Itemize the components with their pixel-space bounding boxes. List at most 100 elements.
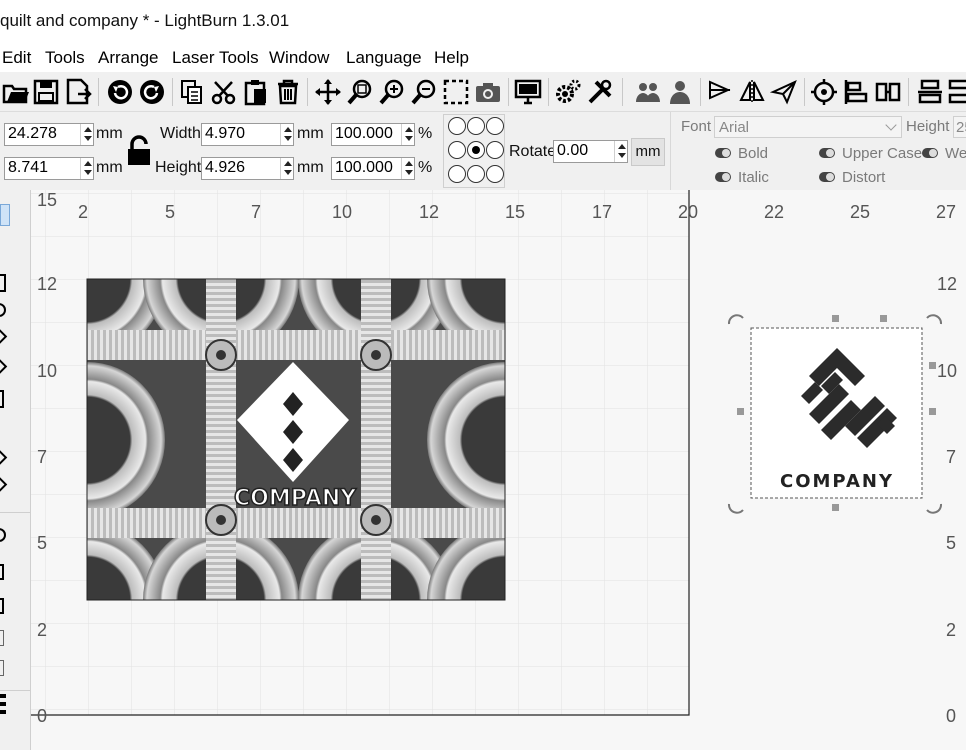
ruler-top-label: 25 (850, 202, 871, 222)
x-position-field[interactable]: 24.278 (4, 123, 94, 146)
rotate-field[interactable]: 0.00 (553, 140, 628, 163)
ruler-left-label: 10 (37, 361, 58, 381)
distribute-icon[interactable] (872, 75, 904, 109)
distort-toggle[interactable] (819, 172, 835, 182)
anchor-bottom-left[interactable] (448, 165, 466, 183)
user-icon[interactable] (664, 75, 696, 109)
menu-window[interactable]: Window (269, 48, 329, 68)
padlock-icon[interactable] (125, 135, 153, 167)
arrange-icon[interactable] (944, 75, 966, 109)
anchor-center[interactable] (467, 141, 485, 159)
menu-help[interactable]: Help (434, 48, 469, 68)
italic-toggle[interactable] (715, 172, 731, 182)
width-field[interactable]: 4.970 (201, 123, 294, 146)
anchor-bottom-right[interactable] (486, 165, 504, 183)
width-unit-label: mm (297, 125, 324, 142)
width-percent-field[interactable]: 100.000 (331, 123, 415, 146)
anchor-top-right[interactable] (486, 117, 504, 135)
rectangle-tool-icon[interactable] (0, 274, 6, 292)
menu-language[interactable]: Language (346, 48, 422, 68)
zoom-out-icon[interactable] (408, 75, 440, 109)
anchor-middle-left[interactable] (448, 141, 466, 159)
offset-tool-icon[interactable] (0, 476, 8, 493)
array-tool-icon[interactable] (0, 564, 4, 580)
chevron-down-icon (885, 119, 897, 131)
redo-icon[interactable] (136, 75, 168, 109)
group-icon[interactable] (632, 75, 664, 109)
text-tool-icon[interactable] (0, 390, 4, 408)
logo-company-text: COMPANY (780, 471, 894, 492)
ruler-left-label: 7 (37, 447, 48, 467)
unit-toggle-button[interactable]: mm (631, 138, 665, 166)
monitor-icon[interactable] (512, 75, 544, 109)
circular-array-tool-icon[interactable] (0, 598, 4, 614)
height-spin-arrows[interactable] (280, 158, 293, 179)
select-tool-icon[interactable] (0, 204, 10, 226)
anchor-top-left[interactable] (448, 117, 466, 135)
bold-toggle[interactable] (715, 148, 731, 158)
y-spin-arrows[interactable] (80, 158, 93, 179)
settings-icon[interactable] (552, 75, 584, 109)
layer-list-icon[interactable] (0, 694, 6, 718)
anchor-top-center[interactable] (467, 117, 485, 135)
copy-icon[interactable] (176, 75, 208, 109)
upper-case-toggle[interactable] (819, 148, 835, 158)
ruler-top-label: 10 (332, 202, 353, 222)
paste-icon[interactable] (240, 75, 272, 109)
boolean-subtract-icon[interactable] (0, 660, 4, 676)
anchor-bottom-center[interactable] (467, 165, 485, 183)
height-percent-field[interactable]: 100.000 (331, 157, 415, 180)
font-select[interactable]: Arial (714, 116, 902, 138)
x-spin-arrows[interactable] (80, 124, 93, 145)
height-field[interactable]: 4.926 (201, 157, 294, 180)
x-unit-label: mm (96, 125, 123, 142)
cut-icon[interactable] (208, 75, 240, 109)
polygon-tool-icon[interactable] (0, 328, 8, 345)
width-spin-arrows[interactable] (280, 124, 293, 145)
delete-icon[interactable] (272, 75, 304, 109)
open-file-icon[interactable] (0, 75, 32, 109)
zoom-in-icon[interactable] (376, 75, 408, 109)
zoom-to-page-icon[interactable] (344, 75, 376, 109)
height-percent-arrows[interactable] (401, 158, 414, 179)
width-percent-arrows[interactable] (401, 124, 414, 145)
import-icon[interactable] (62, 75, 94, 109)
weld-toggle[interactable] (922, 148, 938, 158)
tools-icon[interactable] (584, 75, 616, 109)
ruler-left-label: 0 (37, 706, 48, 726)
work-area[interactable]: COMPANY COMPANY 15 2 5 7 10 12 15 17 20 … (31, 190, 966, 750)
flip-horizontal-icon[interactable] (704, 75, 736, 109)
mirror-icon[interactable] (736, 75, 768, 109)
save-file-icon[interactable] (30, 75, 62, 109)
align-icon[interactable] (840, 75, 872, 109)
italic-label: Italic (738, 169, 769, 186)
rotate-spin-arrows[interactable] (614, 141, 627, 162)
send-icon[interactable] (768, 75, 800, 109)
text-height-field[interactable]: 25 (953, 116, 966, 138)
company-logo-selection[interactable]: COMPANY (727, 314, 943, 514)
camera-icon[interactable] (472, 75, 504, 109)
target-icon[interactable] (808, 75, 840, 109)
quilt-company-text: COMPANY (234, 486, 357, 511)
menu-tools[interactable]: Tools (45, 48, 85, 68)
ruler-left-label: 5 (37, 533, 48, 553)
ruler-top-label: 7 (251, 202, 262, 222)
circle-tool-icon[interactable] (0, 528, 6, 542)
ellipse-tool-icon[interactable] (0, 303, 6, 317)
ruler-top-label: 15 (37, 190, 58, 210)
ruler-top-label: 17 (592, 202, 613, 222)
y-position-field[interactable]: 8.741 (4, 157, 94, 180)
ruler-top-label: 27 (936, 202, 957, 222)
anchor-middle-right[interactable] (486, 141, 504, 159)
menu-arrange[interactable]: Arrange (98, 48, 158, 68)
spread-icon[interactable] (914, 75, 946, 109)
select-frame-icon[interactable] (440, 75, 472, 109)
menu-laser-tools[interactable]: Laser Tools (172, 48, 259, 68)
ruler-right-label: 12 (937, 274, 958, 294)
menu-edit[interactable]: Edit (2, 48, 31, 68)
measure-tool-icon[interactable] (0, 449, 8, 466)
edit-nodes-tool-icon[interactable] (0, 358, 8, 375)
boolean-union-icon[interactable] (0, 630, 4, 646)
undo-icon[interactable] (104, 75, 136, 109)
move-icon[interactable] (312, 75, 344, 109)
